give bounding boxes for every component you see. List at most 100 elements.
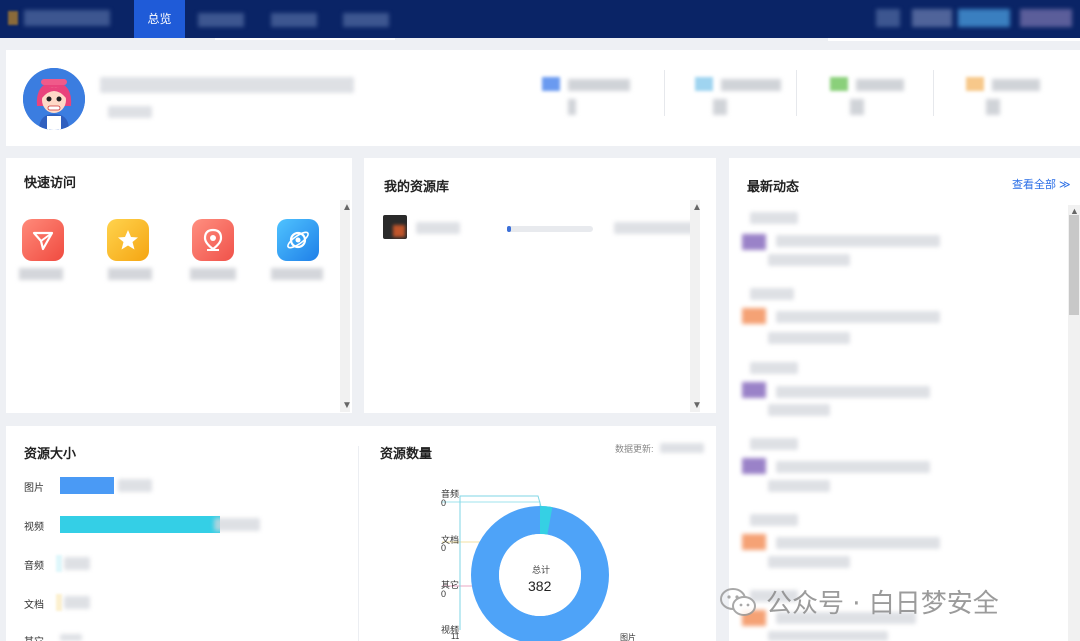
size-bar-image [60,477,114,494]
scrollbar-thumb[interactable] [1069,215,1079,315]
watermark-text: 公众号 · 白日梦安全 [766,589,999,619]
nav-item[interactable] [958,9,1010,27]
tab-3[interactable] [270,0,318,38]
nav-item[interactable] [876,9,900,27]
tab-2[interactable] [197,0,245,38]
user-greeting [100,77,354,93]
data-updated-label: 数据更新: [615,444,654,454]
quick-access-item-2[interactable] [107,219,149,261]
resource-progress [507,226,593,232]
tab-overview[interactable]: 总览 [134,0,185,38]
size-row-label: 文档 [24,600,44,611]
resource-library-title: 我的资源库 [384,179,450,194]
activity-text [776,235,940,247]
divider [664,70,665,116]
activity-subtext [768,480,830,492]
activity-date [750,362,798,374]
size-row-label: 其它 [24,633,44,641]
donut-segment-video[interactable] [539,506,553,535]
nav-highlight [828,38,1080,41]
activity-text [776,461,930,473]
activity-date [750,288,794,300]
watermark: 公众号 · 白日梦安全 [718,583,999,620]
activity-icon [742,308,766,324]
brand-name [24,10,110,26]
stat-value [568,99,576,115]
tab-4[interactable] [342,0,390,38]
divider [358,446,359,641]
stat-icon [966,77,984,91]
view-all-link[interactable]: 查看全部 ≫ [1012,176,1071,192]
size-value [64,557,90,570]
donut-total-value: 382 [528,578,552,594]
segment-value-audio: 0 [441,498,447,508]
latest-activity-card [729,158,1080,641]
activity-date [750,212,798,224]
send-icon [32,231,54,251]
size-value [60,634,82,641]
scroll-up-icon[interactable]: ▲ [692,202,702,213]
scrollbar[interactable] [690,200,700,412]
size-value [64,596,90,609]
stat-value [713,99,727,115]
stat-icon [542,77,560,91]
resource-count-donut [442,495,609,641]
avatar[interactable] [23,68,85,130]
size-row-label: 图片 [24,483,44,494]
resource-library-card [364,158,716,413]
quick-access-label [108,268,152,280]
donut-total-label: 总计 [532,565,551,575]
logo-icon [8,11,18,25]
divider [796,70,797,116]
star-icon [118,230,138,250]
size-value [214,518,260,531]
activity-text [776,311,940,323]
divider [933,70,934,116]
activity-subtext [768,404,830,416]
activity-subtext [768,332,850,344]
scroll-up-icon[interactable]: ▲ [342,202,352,213]
size-bar-document [56,594,62,611]
scroll-up-icon[interactable]: ▲ [1070,206,1079,216]
quick-access-item-3[interactable] [192,219,234,261]
activity-icon [742,458,766,474]
profile-card [6,50,1080,146]
stat-value [850,99,864,115]
scrollbar[interactable] [1068,205,1080,641]
stat-value [986,99,1000,115]
resource-name[interactable] [416,222,460,234]
activity-text [776,537,940,549]
quick-access-label [190,268,236,280]
resource-meta [614,222,694,234]
quick-access-label [19,268,63,280]
nav-item[interactable] [912,9,952,27]
scrollbar[interactable] [340,200,350,412]
stat-icon [830,77,848,91]
segment-label-image: 图片 [620,633,636,641]
segment-value-other: 0 [441,589,447,599]
activity-date [750,438,798,450]
scroll-down-icon[interactable]: ▼ [692,400,702,411]
size-value [118,479,152,492]
user-menu[interactable] [1020,9,1072,27]
resource-thumbnail[interactable] [383,215,407,239]
latest-activity-title: 最新动态 [747,179,800,194]
location-pin-icon [203,228,223,251]
activity-icon [742,234,766,250]
user-subtitle [108,106,152,118]
quick-access-title: 快速访问 [24,175,77,190]
quick-access-card [6,158,352,413]
quick-access-item-1[interactable] [22,219,64,261]
activity-icon [742,382,766,398]
size-row-label: 视频 [24,522,44,533]
data-updated-value [660,443,704,453]
wechat-icon [720,587,756,616]
activity-subtext [768,631,888,641]
top-nav: 总览 [0,0,1080,38]
stat-label [721,79,781,91]
stat-label [568,79,630,91]
activity-subtext [768,254,850,266]
scroll-down-icon[interactable]: ▼ [342,400,352,411]
quick-access-item-4[interactable] [277,219,319,261]
activity-subtext [768,556,850,568]
